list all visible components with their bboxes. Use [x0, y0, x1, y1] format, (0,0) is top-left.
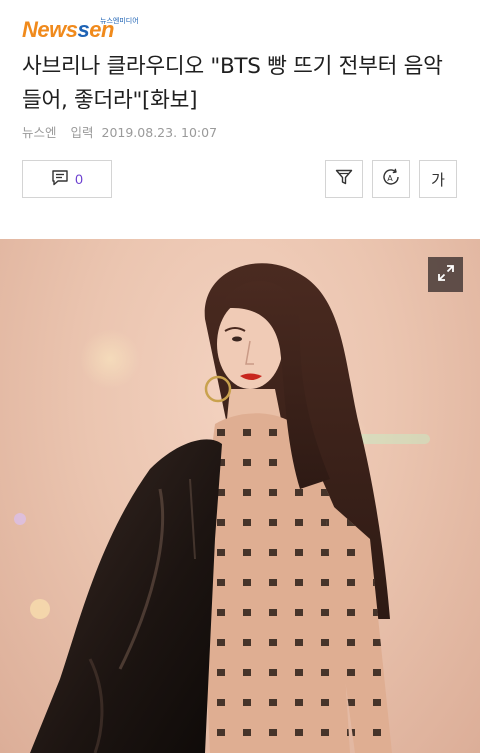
- article-date: 2019.08.23. 10:07: [101, 125, 218, 140]
- expand-icon: [436, 263, 456, 287]
- filter-button[interactable]: [325, 160, 363, 198]
- newsen-logo[interactable]: Newssen 뉴스엔미디어: [22, 14, 152, 44]
- comment-count: 0: [75, 171, 83, 187]
- font-size-label: 가: [431, 170, 445, 189]
- date-label: 입력: [70, 125, 94, 140]
- translate-button[interactable]: A: [372, 160, 410, 198]
- logo-subtitle: 뉴스엔미디어: [100, 17, 139, 25]
- article-meta: 뉴스엔 입력 2019.08.23. 10:07: [22, 122, 227, 141]
- comment-button[interactable]: 0: [22, 160, 112, 198]
- article-source: 뉴스엔: [22, 125, 57, 140]
- article-title: 사브리나 클라우디오 "BTS 빵 뜨기 전부터 음악 들어, 좋더라"[화보]: [22, 54, 443, 113]
- font-size-button[interactable]: 가: [419, 160, 457, 198]
- translate-icon: A: [380, 166, 402, 192]
- svg-text:A: A: [387, 174, 393, 183]
- filter-icon: [334, 167, 354, 191]
- article-photo: [0, 239, 480, 753]
- comment-icon: [51, 169, 69, 190]
- photo-illustration: [14, 263, 430, 753]
- expand-photo-button[interactable]: [428, 257, 463, 292]
